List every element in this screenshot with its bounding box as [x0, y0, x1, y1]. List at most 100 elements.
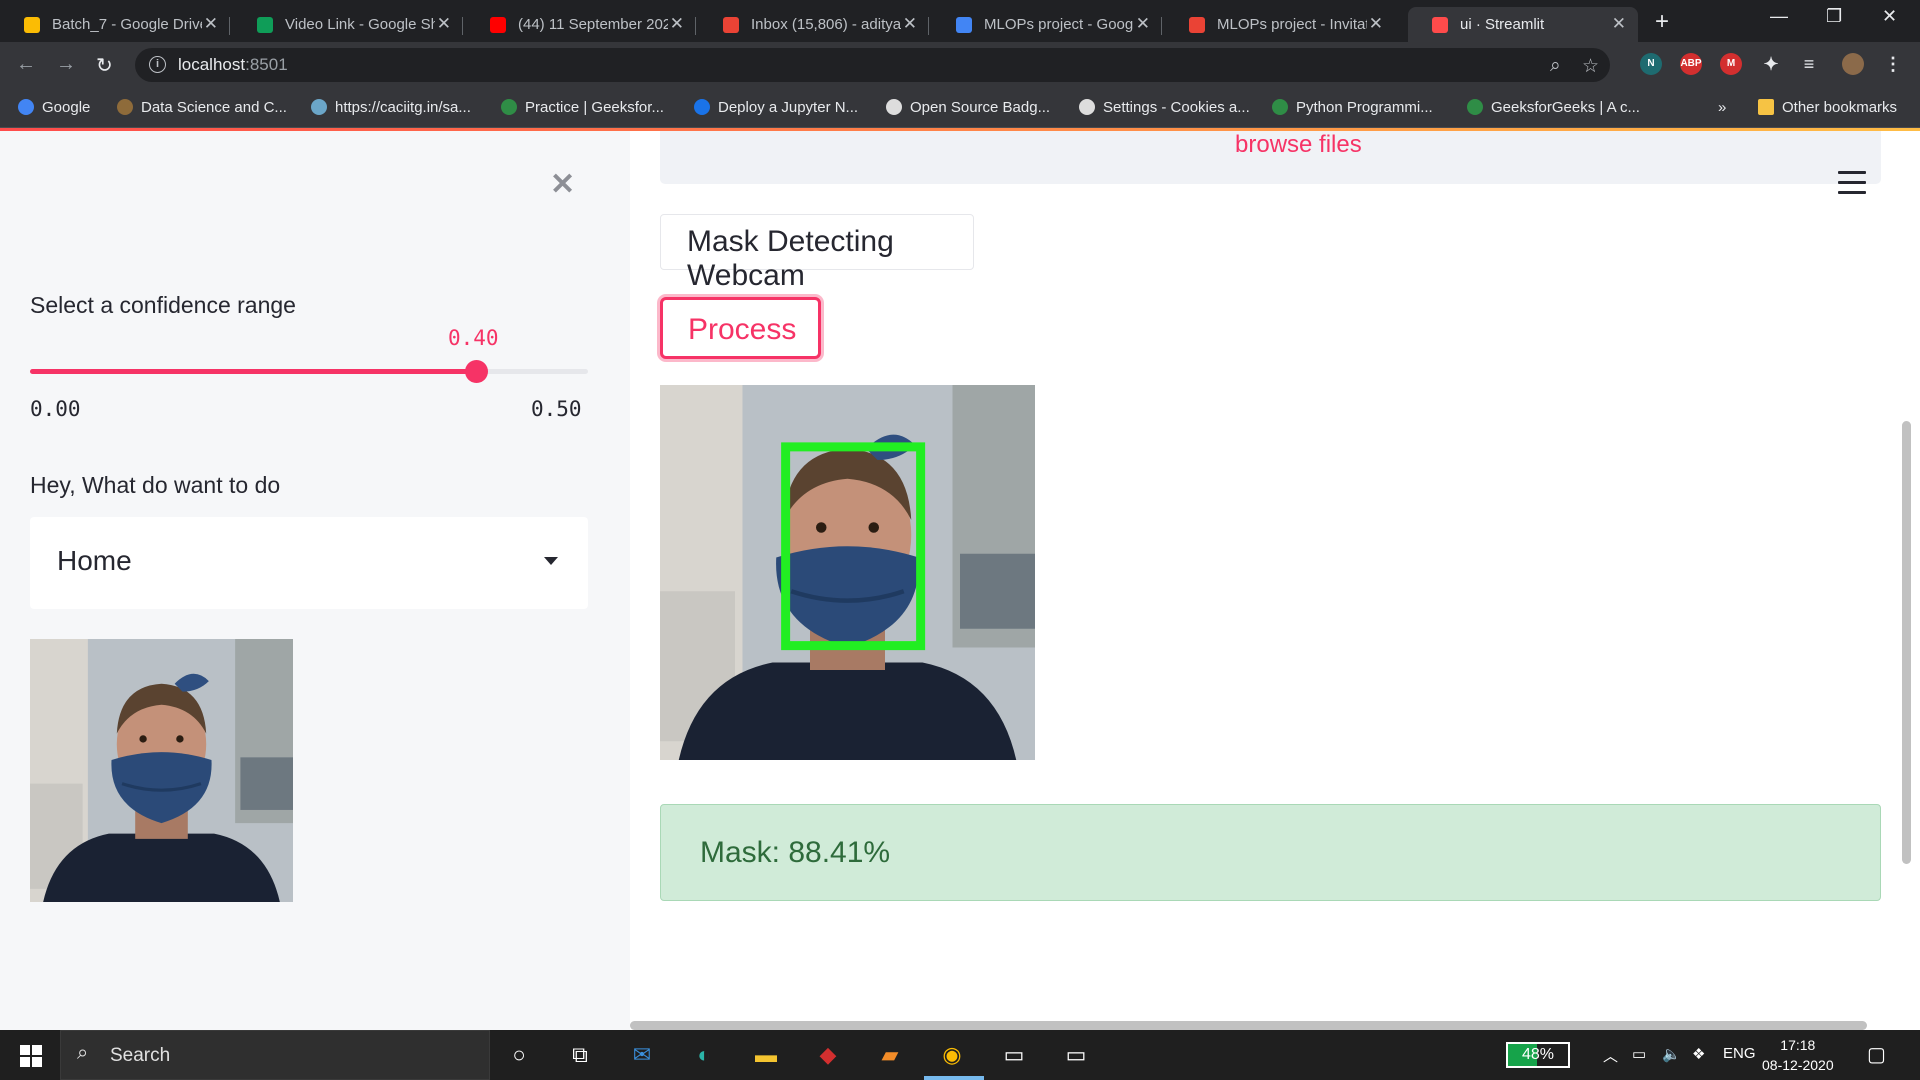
bookmark-open-source-badges[interactable]: Open Source Badg... — [886, 99, 1050, 116]
geeksforgeeks-icon — [1272, 99, 1288, 115]
restore-icon[interactable]: ❐ — [1826, 6, 1842, 27]
bookmark-python-programming[interactable]: Python Programmi... — [1272, 99, 1433, 116]
window-close-icon[interactable]: ✕ — [1882, 6, 1897, 27]
bookmark-label: Python Programmi... — [1296, 99, 1433, 116]
new-tab-icon[interactable]: + — [1655, 8, 1669, 36]
close-icon[interactable]: ✕ — [1612, 14, 1626, 34]
tab-google-docs[interactable]: MLOPs project - Googl ✕ — [932, 7, 1162, 42]
tab-title: (44) 11 September 202 — [518, 16, 668, 33]
show-hidden-icons-chevron-icon[interactable]: ︿ — [1603, 1045, 1618, 1066]
extension-n-icon[interactable]: N — [1640, 53, 1662, 75]
bookmark-label: Google — [42, 99, 91, 116]
battery-percent: 48% — [1521, 1046, 1555, 1063]
task-view-icon[interactable]: ⧉ — [564, 1040, 596, 1070]
close-sidebar-icon[interactable]: ✕ — [550, 167, 575, 202]
tab-gmail-invitation[interactable]: MLOPs project - Invitat ✕ — [1165, 7, 1395, 42]
system-clock[interactable]: 17:18 08-12-2020 — [1762, 1035, 1834, 1075]
mcafee-extension-icon[interactable]: M — [1720, 53, 1742, 75]
geeksforgeeks-icon — [1467, 99, 1483, 115]
terminal-icon[interactable]: ▭ — [998, 1040, 1030, 1070]
slider-max: 0.50 — [531, 397, 582, 421]
tab-streamlit[interactable]: ui · Streamlit ✕ — [1408, 7, 1638, 42]
gmail-icon — [1189, 17, 1205, 33]
bookmark-caciitg[interactable]: https://caciitg.in/sa... — [311, 99, 471, 116]
confidence-label: Select a confidence range — [30, 292, 296, 318]
bookmark-label: Open Source Badg... — [910, 99, 1051, 116]
gear-icon — [1079, 99, 1095, 115]
url-text[interactable]: localhost:8501 — [178, 55, 288, 75]
dropbox-icon[interactable]: ❖ — [1692, 1045, 1705, 1063]
edge-browser-icon[interactable]: ◐ — [688, 1040, 720, 1070]
close-icon[interactable]: ✕ — [903, 14, 917, 34]
confidence-slider[interactable] — [30, 360, 588, 383]
search-icon: ⌕ — [77, 1042, 89, 1064]
extensions-puzzle-icon[interactable]: ✦ — [1760, 53, 1782, 75]
windows-start-icon[interactable] — [20, 1045, 42, 1067]
other-bookmarks[interactable]: Other bookmarks — [1758, 99, 1897, 116]
reload-icon[interactable]: ↻ — [96, 53, 113, 78]
tab-gmail-inbox[interactable]: Inbox (15,806) - adityа ✕ — [699, 7, 929, 42]
tab-youtube[interactable]: (44) 11 September 202 ✕ — [466, 7, 696, 42]
more-bookmarks-icon[interactable]: » — [1718, 99, 1726, 116]
file-dropzone[interactable]: browse files — [660, 131, 1881, 184]
minimize-icon[interactable]: — — [1770, 6, 1788, 27]
tab-google-sheets[interactable]: Video Link - Google Sh ✕ — [233, 7, 463, 42]
tab-google-drive[interactable]: Batch_7 - Google Drive ✕ — [0, 7, 230, 42]
bookmark-google[interactable]: Google — [18, 99, 90, 116]
browser-toolbar: ← → ↻ i localhost:8501 ⌕ ☆ N ABP M ✦ ≡ ⋮ — [0, 42, 1920, 88]
bookmark-deploy-jupyter[interactable]: Deploy a Jupyter N... — [694, 99, 858, 116]
close-icon[interactable]: ✕ — [437, 14, 451, 34]
sublime-text-icon[interactable]: ▰ — [874, 1040, 906, 1070]
zoom-icon[interactable]: ⌕ — [1550, 55, 1561, 77]
vertical-scrollbar[interactable] — [1902, 421, 1911, 864]
select-value: Home — [57, 545, 132, 576]
close-icon[interactable]: ✕ — [1369, 14, 1383, 34]
bookmark-label: GeeksforGeeks | A c... — [1491, 99, 1640, 116]
volume-icon[interactable]: 🔈 — [1662, 1045, 1681, 1063]
process-button[interactable]: Process — [660, 297, 821, 359]
hamburger-menu-icon[interactable] — [1838, 171, 1866, 201]
action-select[interactable]: Home — [30, 517, 588, 609]
bookmark-settings-cookies[interactable]: Settings - Cookies a... — [1079, 99, 1250, 116]
slider-fill — [30, 369, 477, 374]
mcafee-icon[interactable]: ◆ — [812, 1040, 844, 1070]
address-bar[interactable]: i localhost:8501 ⌕ ☆ — [135, 48, 1610, 82]
tab-title: Inbox (15,806) - adityа — [751, 16, 901, 33]
close-icon[interactable]: ✕ — [670, 14, 684, 34]
close-icon[interactable]: ✕ — [1136, 14, 1150, 34]
battery-indicator[interactable]: 48% — [1506, 1042, 1570, 1068]
browse-files-link[interactable]: browse files — [1235, 131, 1362, 159]
site-info-icon[interactable]: i — [149, 56, 166, 73]
close-icon[interactable]: ✕ — [204, 14, 218, 34]
profile-avatar-icon[interactable] — [1842, 53, 1864, 75]
mail-icon[interactable]: ✉ — [626, 1040, 658, 1070]
file-explorer-icon[interactable]: ▬ — [750, 1040, 782, 1070]
google-icon — [18, 99, 34, 115]
bookmark-label: Other bookmarks — [1782, 99, 1898, 116]
bookmark-label: Settings - Cookies a... — [1103, 99, 1250, 116]
streamlit-icon — [1432, 17, 1448, 33]
bookmark-geeksforgeeks-practice[interactable]: Practice | Geeksfor... — [501, 99, 664, 116]
geeksforgeeks-icon — [501, 99, 517, 115]
chrome-icon[interactable]: ◉ — [936, 1040, 968, 1070]
slider-thumb[interactable] — [465, 360, 489, 383]
adblock-plus-icon[interactable]: ABP — [1680, 53, 1702, 75]
forward-icon[interactable]: → — [56, 53, 76, 76]
taskbar-search-box[interactable]: ⌕ Search — [60, 1030, 490, 1080]
back-icon[interactable]: ← — [16, 53, 36, 76]
power-plan-icon[interactable]: ▭ — [1632, 1045, 1646, 1063]
cortana-icon[interactable]: ○ — [503, 1040, 535, 1070]
command-prompt-icon[interactable]: ▭ — [1060, 1040, 1092, 1070]
horizontal-scrollbar[interactable] — [630, 1021, 1867, 1030]
notification-center-icon[interactable]: ▢ — [1867, 1042, 1886, 1067]
media-queue-icon[interactable]: ≡ — [1798, 53, 1820, 75]
bookmark-label: Data Science and C... — [141, 99, 287, 116]
slider-min: 0.00 — [30, 397, 81, 421]
language-indicator[interactable]: ENG — [1723, 1045, 1756, 1062]
uploaded-image-thumbnail — [30, 639, 293, 902]
bookmark-star-icon[interactable]: ☆ — [1582, 55, 1599, 78]
mask-detecting-webcam-button[interactable]: Mask Detecting Webcam — [660, 214, 974, 292]
bookmark-geeksforgeeks[interactable]: GeeksforGeeks | A c... — [1467, 99, 1640, 116]
menu-kebab-icon[interactable]: ⋮ — [1882, 53, 1904, 75]
bookmark-data-science[interactable]: Data Science and C... — [117, 99, 287, 116]
